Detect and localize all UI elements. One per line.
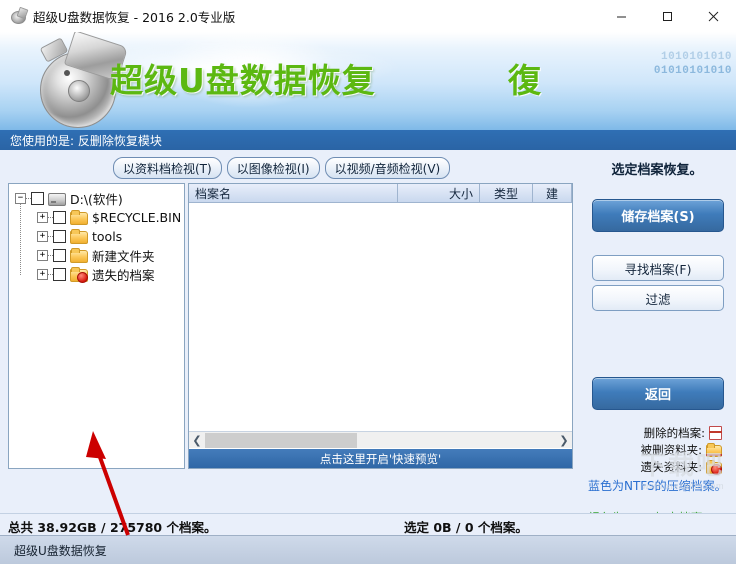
maximize-button[interactable] [644,0,690,32]
scroll-left-icon[interactable]: ❮ [189,433,205,448]
window-controls [598,0,736,32]
tree-node-root-label: D:\(软件) [70,192,123,207]
file-list-rows[interactable] [189,203,572,447]
view-as-image-button[interactable]: 以图像检视(I) [226,157,320,179]
tree-expand-toggle[interactable]: + [37,269,48,280]
brand-title: 超级U盘数据恢复 [110,61,376,100]
binary-decoration: 1010101010 01010101010 [592,50,732,94]
file-list-header: 档案名 大小 类型 建 [189,184,572,203]
title-bar: 超级U盘数据恢复 - 2016 2.0专业版 [0,0,736,33]
status-total-files: 总共 38.92GB / 275780 个档案。 [8,520,217,535]
folder-icon [70,229,88,244]
taskbar-item-app[interactable]: 超级U盘数据恢复 [14,542,107,559]
tree-expand-toggle[interactable]: + [37,250,48,261]
tree-node-recycle-bin[interactable]: + $RECYCLE.BIN [15,208,184,227]
folder-tree: − D:\(软件) + $RECYCLE.BIN + tools + 新建文件夹… [9,184,184,284]
column-header-filename[interactable]: 档案名 [189,184,398,202]
tree-checkbox-lost-files[interactable] [53,268,66,281]
deleted-file-icon [709,425,722,440]
scrollbar-track[interactable] [205,432,556,448]
deleted-folder-icon [706,442,722,457]
tree-collapse-toggle[interactable]: − [15,193,26,204]
scrollbar-thumb[interactable] [205,432,357,448]
legend-row-lost-folder: 遗失资料夹: [578,458,736,475]
status-bar: 总共 38.92GB / 275780 个档案。 选定 0B / 0 个档案。 [0,513,736,536]
view-as-data-button[interactable]: 以资料档检视(T) [113,157,222,179]
tree-checkbox-recycle-bin[interactable] [53,211,66,224]
filter-button[interactable]: 过滤 [592,285,724,311]
module-status-bar: 您使用的是: 反删除恢复模块 [0,130,736,150]
scroll-right-icon[interactable]: ❯ [556,433,572,448]
folder-icon [70,248,88,263]
legend-label-deleted-file: 删除的档案: [643,425,705,440]
status-selected-files: 选定 0B / 0 个档案。 [404,520,528,535]
minimize-button[interactable] [598,0,644,32]
icon-legend: 删除的档案: 被删资料夹: 遗失资料夹: 蓝色为NTFS的压缩档案。 绿色为NT… [578,424,736,527]
tree-node-lost-files[interactable]: + 遗失的档案 [15,265,184,284]
binary-line-1: 1010101010 [660,51,732,63]
find-files-button[interactable]: 寻找档案(F) [592,255,724,281]
view-as-video-audio-button[interactable]: 以视频/音频检视(V) [324,157,451,179]
tree-node-root[interactable]: − D:\(软件) [15,189,184,208]
tree-node-tools-label: tools [92,229,123,244]
tree-expand-toggle[interactable]: + [37,212,48,223]
legend-note-compressed: 蓝色为NTFS的压缩档案。 [588,478,727,493]
column-header-created[interactable]: 建 [533,184,572,202]
column-header-size[interactable]: 大小 [398,184,480,202]
header-banner: 1010101010 01010101010 超级U盘数据恢复 復 主页面 恢复… [0,32,736,130]
module-status-text: 您使用的是: 反删除恢复模块 [10,133,162,148]
legend-label-lost-folder: 遗失资料夹: [640,459,702,474]
right-panel-heading: 选定档案恢复。 [611,163,703,178]
view-toolbar: 以资料档检视(T) 以图像检视(I) 以视频/音频检视(V) [113,157,455,179]
legend-row-deleted-folder: 被删资料夹: [578,441,736,458]
tree-node-new-folder[interactable]: + 新建文件夹 [15,246,184,265]
folder-icon [70,210,88,225]
lost-folder-icon [70,267,88,283]
brand-title-ghost: 復 [508,61,541,100]
close-button[interactable] [690,0,736,32]
app-icon [10,6,29,24]
tree-checkbox-new-folder[interactable] [53,249,66,262]
drive-icon [48,192,66,206]
legend-label-deleted-folder: 被删资料夹: [640,442,702,457]
quick-preview-bar[interactable]: 点击这里开启'快速预览' [189,449,572,468]
tree-checkbox-root[interactable] [31,192,44,205]
file-list-panel[interactable]: 档案名 大小 类型 建 ❮ ❯ 点击这里开启'快速预览' [188,183,573,469]
window-title: 超级U盘数据恢复 - 2016 2.0专业版 [33,9,236,25]
tree-checkbox-tools[interactable] [53,230,66,243]
legend-row-deleted-file: 删除的档案: [578,424,736,441]
tree-node-tools[interactable]: + tools [15,227,184,246]
application-window: 超级U盘数据恢复 - 2016 2.0专业版 1010101010 010101… [0,0,736,564]
tree-expand-toggle[interactable]: + [37,231,48,242]
right-action-panel: 选定档案恢复。 储存档案(S) 寻找档案(F) 过滤 返回 删除的档案: 被删资… [578,150,736,525]
tree-node-recycle-bin-label: $RECYCLE.BIN [92,210,182,225]
back-button[interactable]: 返回 [592,377,724,410]
column-header-type[interactable]: 类型 [480,184,533,202]
folder-tree-panel[interactable]: − D:\(软件) + $RECYCLE.BIN + tools + 新建文件夹… [8,183,185,469]
taskbar: 超级U盘数据恢复 [0,535,736,564]
lost-folder-icon [706,459,722,475]
binary-line-2: 01010101010 [653,65,732,77]
file-list-horizontal-scrollbar[interactable]: ❮ ❯ [189,431,572,448]
save-files-button[interactable]: 储存档案(S) [592,199,724,232]
tree-node-new-folder-label: 新建文件夹 [92,249,155,264]
tree-node-lost-files-label: 遗失的档案 [92,268,155,283]
